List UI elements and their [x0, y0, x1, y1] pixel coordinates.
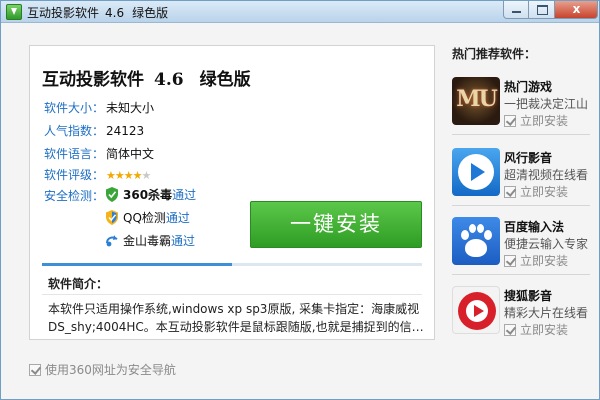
intro-title: 软件简介： — [48, 277, 109, 291]
qq-shield-icon — [106, 210, 118, 225]
installer-window: 互动投影软件 4.6 绿色版 x 互动投影软件 4.6 绿色版 软件大小： 未知大小 人气… — [0, 0, 600, 400]
kingsoft-icon — [106, 235, 118, 247]
security-check-kingsoft: 金山毒霸通过 — [105, 232, 195, 250]
software-version: 4.6 — [154, 70, 184, 90]
recommend-name: 搜狐影音 — [504, 289, 553, 303]
star-filled-icon: ★ — [106, 169, 116, 182]
recommend-install-label: 立即安装 — [520, 114, 569, 128]
minimize-button[interactable] — [503, 1, 529, 19]
popularity-value: 24123 — [106, 124, 145, 138]
intro-line: 本软件只适用操作系统,windows xp sp3原版, 采集卡指定：海康威视 — [48, 302, 420, 316]
sohu-video-icon[interactable] — [452, 286, 500, 334]
software-edition: 绿色版 — [199, 70, 251, 90]
software-name: 互动投影软件 — [42, 70, 144, 90]
paw-toe — [477, 224, 484, 233]
safe-nav-label: 使用360网址为安全导航 — [45, 363, 176, 377]
recommend-install-option[interactable]: 立即安装 — [504, 183, 568, 200]
window-title: 互动投影软件 4.6 绿色版 — [27, 4, 168, 21]
recommend-checkbox[interactable] — [504, 255, 516, 267]
security-label: 安全检测： — [44, 189, 105, 203]
intro-divider — [42, 294, 422, 295]
recommend-checkbox[interactable] — [504, 115, 516, 127]
recommend-install-option[interactable]: 立即安装 — [504, 321, 568, 338]
recommend-desc: 超清视频在线看 — [504, 168, 589, 182]
download-app-icon — [6, 4, 22, 20]
baidu-paw-icon[interactable] — [452, 217, 500, 265]
360-engine-name: 360杀毒 — [123, 188, 173, 202]
window-title-name: 互动投影软件 — [27, 6, 100, 20]
intro-line: DS_shy;4004HC。本互动投影软件是鼠标跟随版,也就是捕捉到的信息... — [48, 320, 426, 334]
mu-game-icon[interactable]: MU — [452, 77, 500, 125]
qq-engine-name: QQ检测 — [123, 211, 166, 225]
recommend-item-sohu[interactable]: 搜狐影音 精彩大片在线看 立即安装 — [452, 286, 592, 348]
star-empty-icon: ★ — [141, 169, 152, 182]
paw-toe — [461, 230, 469, 240]
paw-toe — [484, 230, 492, 240]
qq-result: 通过 — [165, 211, 190, 225]
safe-nav-option[interactable]: 使用360网址为安全导航 — [29, 361, 176, 378]
recommend-divider — [452, 274, 590, 275]
recommend-item-game[interactable]: MU 热门游戏 一把裁决定江山 立即安装 — [452, 77, 592, 139]
star-filled-icon: ★ — [114, 169, 125, 182]
info-row-language: 软件语言： 简体中文 — [44, 145, 154, 163]
one-click-install-button[interactable]: 一键安装 — [250, 201, 422, 248]
star-filled-icon: ★ — [132, 169, 143, 182]
recommend-divider — [452, 205, 590, 206]
star-filled-icon: ★ — [123, 169, 134, 182]
recommend-checkbox[interactable] — [504, 186, 516, 198]
close-icon: x — [572, 2, 581, 16]
recommend-install-label: 立即安装 — [520, 254, 569, 268]
popularity-label: 人气指数： — [44, 124, 105, 138]
recommend-desc: 精彩大片在线看 — [504, 306, 589, 320]
recommend-checkbox[interactable] — [504, 324, 516, 336]
360-shield-icon — [106, 187, 118, 202]
info-row-rating: 软件评级： ★★★★★ — [44, 166, 152, 184]
game-logo-text: MU — [456, 86, 498, 112]
size-label: 软件大小： — [44, 101, 105, 115]
recommend-install-label: 立即安装 — [520, 185, 569, 199]
recommend-divider — [452, 134, 590, 135]
language-label: 软件语言： — [44, 147, 105, 161]
play-triangle-icon — [474, 305, 484, 317]
recommend-name: 风行影音 — [504, 151, 553, 165]
kingsoft-result: 通过 — [171, 234, 196, 248]
rating-label: 软件评级： — [44, 168, 105, 182]
window-title-version: 4.6 — [105, 6, 125, 20]
language-value: 简体中文 — [106, 147, 155, 161]
recommend-install-label: 立即安装 — [520, 323, 569, 337]
info-row-size: 软件大小： 未知大小 — [44, 99, 154, 117]
recommend-item-funshion[interactable]: 风行影音 超清视频在线看 立即安装 — [452, 148, 592, 210]
info-row-security: 安全检测： — [44, 187, 106, 205]
intro-text: 本软件只适用操作系统,windows xp sp3原版, 采集卡指定：海康威视 … — [48, 300, 426, 336]
paw-toe — [469, 224, 476, 233]
safe-nav-checkbox[interactable] — [29, 364, 41, 376]
recommend-title: 热门推荐软件： — [452, 47, 537, 61]
security-check-360: 360杀毒通过 — [105, 186, 196, 204]
progress-fill — [42, 263, 232, 266]
maximize-button[interactable] — [529, 1, 555, 19]
recommend-install-option[interactable]: 立即安装 — [504, 112, 568, 129]
software-title: 互动投影软件 4.6 绿色版 — [42, 65, 251, 90]
recommend-name: 热门游戏 — [504, 80, 553, 94]
recommend-desc: 便捷云输入专家 — [504, 237, 589, 251]
play-triangle-icon — [471, 163, 485, 181]
close-button[interactable]: x — [555, 1, 598, 19]
progress-bar — [42, 263, 422, 266]
title-bar: 互动投影软件 4.6 绿色版 x — [1, 1, 599, 23]
recommend-name: 百度输入法 — [504, 220, 565, 234]
360-result: 通过 — [172, 188, 197, 202]
window-title-edition: 绿色版 — [132, 6, 169, 20]
recommend-install-option[interactable]: 立即安装 — [504, 252, 568, 269]
security-check-qq: QQ检测通过 — [105, 209, 190, 227]
recommend-desc: 一把裁决定江山 — [504, 97, 589, 111]
info-row-popularity: 人气指数： 24123 — [44, 122, 144, 140]
size-value: 未知大小 — [106, 101, 155, 115]
software-info-panel: 互动投影软件 4.6 绿色版 软件大小： 未知大小 人气指数： 24123 软件语言：简… — [29, 45, 435, 340]
funshion-video-icon[interactable] — [452, 148, 500, 196]
star-rating: ★★★★★ — [106, 169, 152, 182]
recommend-item-baidu[interactable]: 百度输入法 便捷云输入专家 立即安装 — [452, 217, 592, 279]
kingsoft-engine-name: 金山毒霸 — [123, 234, 172, 248]
paw-pad — [465, 239, 487, 257]
